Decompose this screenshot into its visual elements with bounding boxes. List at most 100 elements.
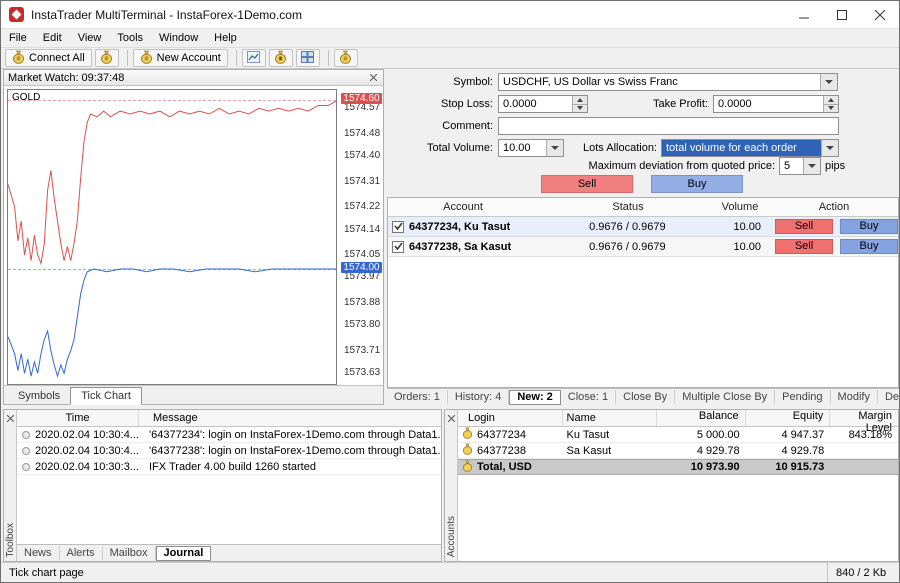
order-form: Symbol: USDCHF, US Dollar vs Swiss Franc… [387, 69, 899, 197]
ask-line [8, 100, 337, 264]
maximize-button[interactable] [823, 1, 861, 28]
tab-modify[interactable]: Modify [831, 390, 878, 404]
toolbox-close-button[interactable] [4, 412, 16, 424]
menu-file[interactable]: File [1, 30, 35, 46]
row-sell-button[interactable]: Sell [775, 239, 833, 254]
total-equity: 10 915.73 [746, 461, 831, 473]
connect-all-button[interactable]: Connect All [5, 49, 92, 67]
menu-view[interactable]: View [70, 30, 110, 46]
header-account[interactable]: Account [388, 201, 538, 213]
tab-multiple-close-by[interactable]: Multiple Close By [675, 390, 775, 404]
stop-loss-stepper[interactable] [572, 96, 587, 112]
close-button[interactable] [861, 1, 899, 28]
money-bag-icon [140, 50, 153, 67]
chevron-down-icon[interactable] [803, 158, 820, 174]
tab-alerts[interactable]: Alerts [60, 546, 103, 560]
tab-close[interactable]: Close: 1 [561, 390, 616, 404]
chevron-down-icon[interactable] [546, 140, 563, 156]
minimize-button[interactable] [785, 1, 823, 28]
header-volume[interactable]: Volume [718, 201, 770, 213]
money-bag-icon [274, 50, 287, 67]
max-deviation-select[interactable]: 5 [779, 157, 821, 175]
close-icon [448, 415, 455, 422]
journal-row[interactable]: 2020.02.04 10:30:4... '64377238': login … [17, 443, 441, 459]
tab-journal[interactable]: Journal [156, 546, 212, 561]
tab-news[interactable]: News [17, 546, 60, 560]
menu-edit[interactable]: Edit [35, 30, 70, 46]
account-margin-level: 843.18% [830, 429, 898, 441]
spin-down-icon[interactable] [824, 104, 838, 113]
menu-tools[interactable]: Tools [109, 30, 151, 46]
tab-history[interactable]: History: 4 [448, 390, 509, 404]
journal-entry-icon [17, 431, 35, 439]
row-buy-button[interactable]: Buy [840, 219, 898, 234]
header-action[interactable]: Action [770, 201, 898, 213]
symbol-select[interactable]: USDCHF, US Dollar vs Swiss Franc [498, 73, 838, 91]
tab-delete[interactable]: Delete [878, 390, 900, 404]
header-margin-level[interactable]: Margin Level [830, 410, 898, 426]
account-tool-button[interactable] [95, 49, 119, 67]
account-row[interactable]: 64377234 Ku Tasut 5 000.00 4 947.37 843.… [458, 427, 898, 443]
row-sell-button[interactable]: Sell [775, 219, 833, 234]
check-icon [394, 222, 403, 231]
order-account: 64377234, Ku Tasut [409, 221, 510, 233]
header-status[interactable]: Status [538, 201, 718, 213]
menu-help[interactable]: Help [206, 30, 245, 46]
take-profit-input[interactable]: 0.0000 [713, 95, 839, 113]
tab-new[interactable]: New: 2 [509, 390, 560, 405]
tab-orders[interactable]: Orders: 1 [387, 390, 448, 404]
tick-chart[interactable]: GOLD 1574.571574.481574.401574.311574.22… [4, 86, 383, 385]
comment-input[interactable] [498, 117, 839, 135]
header-time[interactable]: Time [17, 410, 139, 426]
tab-tick-chart[interactable]: Tick Chart [70, 387, 142, 405]
accounts-panel-label: Accounts [446, 516, 457, 557]
new-account-button[interactable]: New Account [133, 49, 228, 67]
tick-chart-tool-button[interactable] [242, 49, 266, 67]
row-buy-button[interactable]: Buy [840, 239, 898, 254]
lots-allocation-select[interactable]: total volume for each order [661, 139, 839, 157]
take-profit-stepper[interactable] [823, 96, 838, 112]
spin-up-icon[interactable] [573, 96, 587, 104]
chevron-down-icon[interactable] [821, 140, 838, 156]
stop-loss-input[interactable]: 0.0000 [498, 95, 588, 113]
header-message[interactable]: Message [139, 410, 441, 426]
journal-time: 2020.02.04 10:30:4... [35, 429, 139, 441]
chevron-down-icon[interactable] [820, 74, 837, 90]
tick-chart-plot[interactable]: GOLD [7, 89, 337, 385]
tab-mailbox[interactable]: Mailbox [103, 546, 156, 560]
account-checkbox[interactable] [392, 221, 404, 233]
max-deviation-label: Maximum deviation from quoted price: [487, 157, 775, 175]
account-row[interactable]: 64377238 Sa Kasut 4 929.78 4 929.78 [458, 443, 898, 459]
accounts-close-button[interactable] [445, 412, 457, 424]
sell-button[interactable]: Sell [541, 175, 633, 193]
market-watch-close-button[interactable] [367, 72, 379, 84]
header-login[interactable]: Login [458, 410, 563, 426]
axis-tick-label: 1574.31 [344, 176, 380, 187]
order-row[interactable]: 64377238, Sa Kasut 0.9676 / 0.9679 10.00… [388, 237, 898, 257]
buy-button[interactable]: Buy [651, 175, 743, 193]
header-balance[interactable]: Balance [657, 410, 746, 426]
comment-label: Comment: [397, 117, 493, 135]
header-equity[interactable]: Equity [746, 410, 831, 426]
tab-close-by[interactable]: Close By [616, 390, 675, 404]
app-icon [9, 7, 24, 22]
tab-symbols[interactable]: Symbols [8, 388, 70, 404]
tab-pending[interactable]: Pending [775, 390, 830, 404]
spin-up-icon[interactable] [824, 96, 838, 104]
menu-window[interactable]: Window [151, 30, 206, 46]
account-checkbox[interactable] [392, 241, 404, 253]
tile-windows-button[interactable] [296, 49, 320, 67]
journal-row[interactable]: 2020.02.04 10:30:4... '64377234': login … [17, 427, 441, 443]
deposit-tool-button[interactable] [334, 49, 358, 67]
accounts-tool-button[interactable] [269, 49, 293, 67]
toolbar-separator [127, 50, 128, 66]
stop-loss-label: Stop Loss: [397, 95, 493, 113]
journal-row[interactable]: 2020.02.04 10:30:3... IFX Trader 4.00 bu… [17, 459, 441, 475]
lots-allocation-value: total volume for each order [662, 140, 821, 156]
spin-down-icon[interactable] [573, 104, 587, 113]
total-volume-select[interactable]: 10.00 [498, 139, 564, 157]
order-row[interactable]: 64377234, Ku Tasut 0.9676 / 0.9679 10.00… [388, 217, 898, 237]
header-name[interactable]: Name [563, 410, 658, 426]
minimize-icon [799, 10, 809, 20]
order-table-empty-area [388, 257, 898, 387]
